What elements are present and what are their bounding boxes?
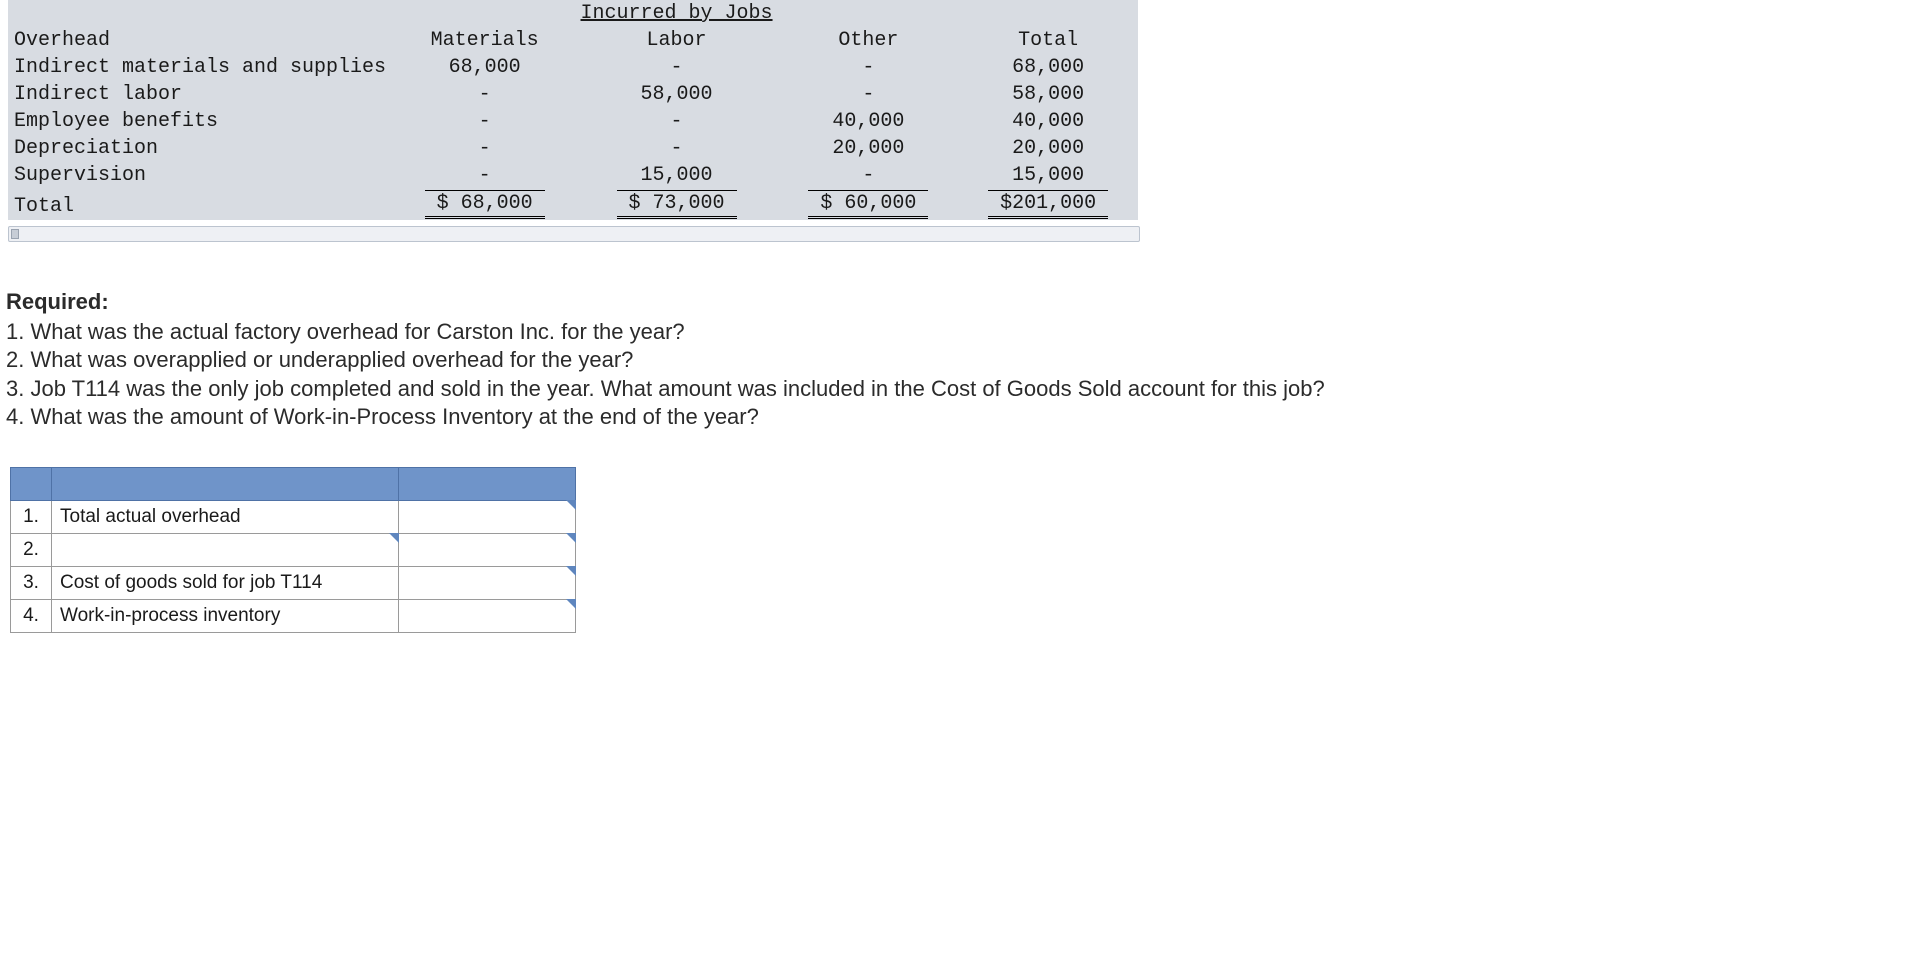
answer-input[interactable]: [399, 500, 576, 533]
answer-row: 3. Cost of goods sold for job T114: [11, 566, 576, 599]
answer-row: 1. Total actual overhead: [11, 500, 576, 533]
required-heading: Required:: [6, 288, 1918, 316]
required-block: Required: 1. What was the actual factory…: [6, 288, 1918, 431]
col-other: Other: [779, 27, 959, 54]
horizontal-scrollbar[interactable]: [8, 226, 1140, 242]
table-row: Indirect labor - 58,000 - 58,000: [8, 81, 1138, 108]
answer-label: Cost of goods sold for job T114: [52, 566, 399, 599]
col-labor: Labor: [575, 27, 779, 54]
required-item: 3. Job T114 was the only job completed a…: [6, 375, 1918, 403]
answer-row: 4. Work-in-process inventory: [11, 599, 576, 632]
answer-label: Total actual overhead: [52, 500, 399, 533]
answer-row: 2.: [11, 533, 576, 566]
table-row: Depreciation - - 20,000 20,000: [8, 135, 1138, 162]
answer-input[interactable]: [399, 599, 576, 632]
answer-header-blank: [399, 467, 576, 500]
answer-label-input[interactable]: [52, 533, 399, 566]
required-item: 4. What was the amount of Work-in-Proces…: [6, 403, 1918, 431]
answer-table: 1. Total actual overhead 2. 3. Cost of g…: [10, 467, 576, 633]
answer-header-blank: [11, 467, 52, 500]
table-row: Indirect materials and supplies 68,000 -…: [8, 54, 1138, 81]
table-row: Employee benefits - - 40,000 40,000: [8, 108, 1138, 135]
col-overhead: Overhead: [8, 27, 395, 54]
col-total: Total: [958, 27, 1138, 54]
overhead-table: Incurred by Jobs Overhead Materials Labo…: [8, 0, 1138, 220]
span-header: Incurred by Jobs: [575, 0, 779, 27]
required-item: 1. What was the actual factory overhead …: [6, 318, 1918, 346]
col-materials: Materials: [395, 27, 575, 54]
answer-label: Work-in-process inventory: [52, 599, 399, 632]
answer-input[interactable]: [399, 566, 576, 599]
answer-input[interactable]: [399, 533, 576, 566]
table-total-row: Total $ 68,000 $ 73,000 $ 60,000 $201,00…: [8, 189, 1138, 220]
required-item: 2. What was overapplied or underapplied …: [6, 346, 1918, 374]
answer-header-blank: [52, 467, 399, 500]
table-row: Supervision - 15,000 - 15,000: [8, 162, 1138, 189]
